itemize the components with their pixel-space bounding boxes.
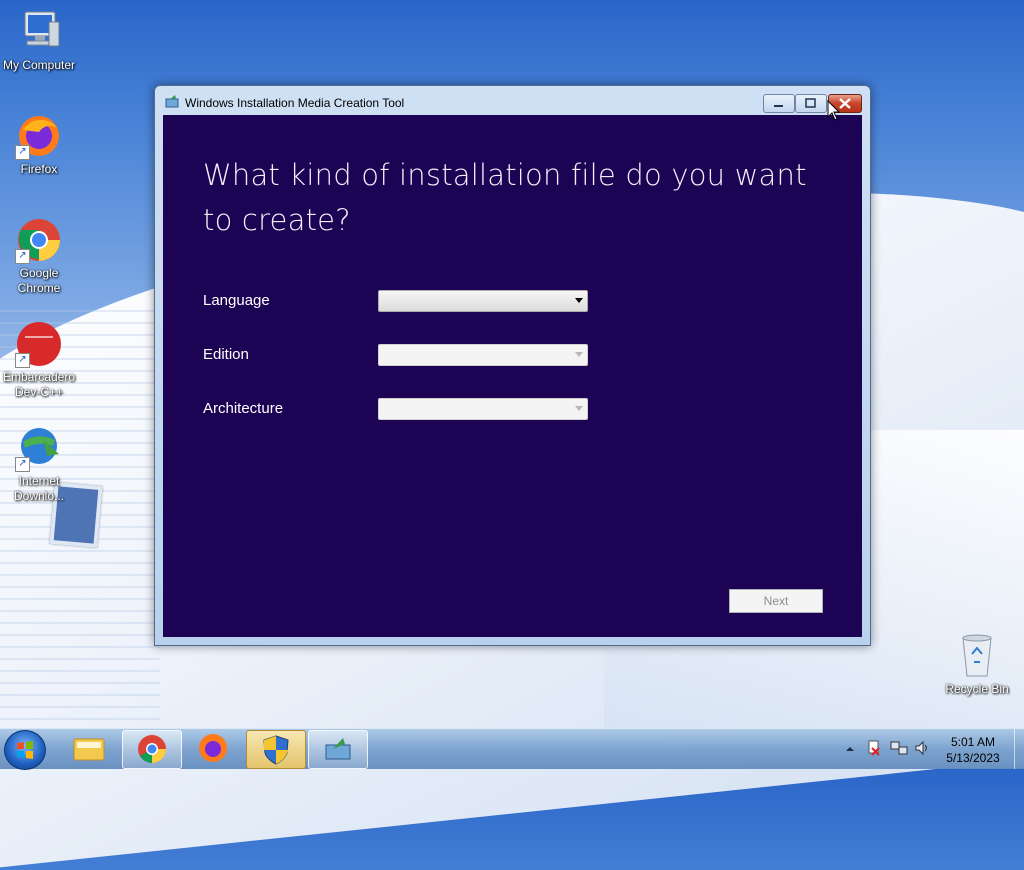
- folder-icon: [73, 738, 105, 761]
- mouse-cursor-icon: [827, 99, 841, 125]
- clock-date: 5/13/2023: [946, 751, 1000, 765]
- desktop-icon-recycle-bin[interactable]: Recycle Bin: [938, 632, 1016, 697]
- volume-icon[interactable]: [914, 740, 930, 759]
- edition-dropdown[interactable]: [378, 344, 588, 366]
- chrome-icon: [138, 735, 166, 763]
- windows-logo-icon: [17, 741, 33, 759]
- next-button[interactable]: Next: [729, 589, 823, 613]
- desktop-icon-label: Firefox: [20, 162, 58, 176]
- show-desktop-button[interactable]: [1014, 729, 1024, 769]
- edition-label: Edition: [203, 346, 249, 363]
- language-label: Language: [203, 292, 270, 309]
- desktop-icon-dev-cpp[interactable]: ↗ Embarcadero Dev-C++: [0, 320, 78, 400]
- maximize-button[interactable]: [795, 94, 827, 113]
- window-titlebar[interactable]: Windows Installation Media Creation Tool: [155, 86, 870, 116]
- media-creation-tool-icon: [325, 738, 351, 760]
- desktop-icon-my-computer[interactable]: My Computer: [0, 8, 78, 73]
- shortcut-arrow-icon: ↗: [15, 249, 30, 264]
- desktop-icon-label: Recycle Bin: [945, 682, 1009, 696]
- media-creation-tool-icon: [165, 94, 179, 108]
- uac-shield-icon: [263, 735, 289, 765]
- taskbar-uac-prompt[interactable]: [246, 730, 306, 769]
- chrome-icon: ↗: [15, 216, 63, 264]
- taskbar-media-creation-tool[interactable]: [308, 730, 368, 769]
- media-creation-tool-window: Windows Installation Media Creation Tool…: [154, 85, 871, 646]
- window-client-area: What kind of installation file do you wa…: [163, 115, 862, 637]
- taskbar-firefox[interactable]: [184, 730, 242, 767]
- minimize-icon: [774, 105, 783, 107]
- network-icon[interactable]: [890, 740, 908, 759]
- taskbar-clock[interactable]: 5:01 AM 5/13/2023: [936, 734, 1010, 766]
- firefox-icon: [199, 734, 227, 762]
- language-dropdown[interactable]: [378, 290, 588, 312]
- minimize-button[interactable]: [763, 94, 795, 113]
- dev-cpp-icon: ↗: [15, 320, 63, 368]
- action-center-icon[interactable]: [866, 740, 882, 759]
- recycle-bin-icon: [953, 632, 1001, 680]
- desktop-icon-label: My Computer: [2, 58, 76, 72]
- shortcut-arrow-icon: ↗: [15, 145, 30, 160]
- clock-time: 5:01 AM: [950, 735, 996, 749]
- architecture-label: Architecture: [203, 400, 284, 417]
- taskbar-google-chrome[interactable]: [122, 730, 182, 769]
- desktop-icon-firefox[interactable]: ↗ Firefox: [0, 112, 78, 177]
- desktop-icon-chrome[interactable]: ↗ Google Chrome: [0, 216, 78, 296]
- maximize-icon: [805, 98, 816, 108]
- chevron-down-icon: [575, 406, 583, 411]
- chevron-down-icon: [575, 352, 583, 357]
- desktop-icon-internet-download-manager[interactable]: ↗ Internet Downlo...: [0, 424, 78, 504]
- shortcut-arrow-icon: ↗: [15, 457, 30, 472]
- taskbar: 5:01 AM 5/13/2023: [0, 728, 1024, 770]
- firefox-icon: ↗: [15, 112, 63, 160]
- taskbar-windows-explorer[interactable]: [60, 730, 118, 767]
- window-title: Windows Installation Media Creation Tool: [185, 96, 405, 110]
- chevron-down-icon: [575, 298, 583, 303]
- internet-download-manager-icon: ↗: [15, 424, 63, 472]
- desktop-icon-label: Embarcadero Dev-C++: [2, 370, 76, 399]
- desktop-icon-label: Internet Downlo...: [13, 474, 65, 503]
- start-button[interactable]: [4, 730, 46, 770]
- computer-icon: [15, 8, 63, 56]
- page-heading: What kind of installation file do you wa…: [203, 158, 807, 237]
- tray-expand-icon[interactable]: [845, 743, 855, 757]
- shortcut-arrow-icon: ↗: [15, 353, 30, 368]
- architecture-dropdown[interactable]: [378, 398, 588, 420]
- desktop-icon-label: Google Chrome: [17, 266, 61, 295]
